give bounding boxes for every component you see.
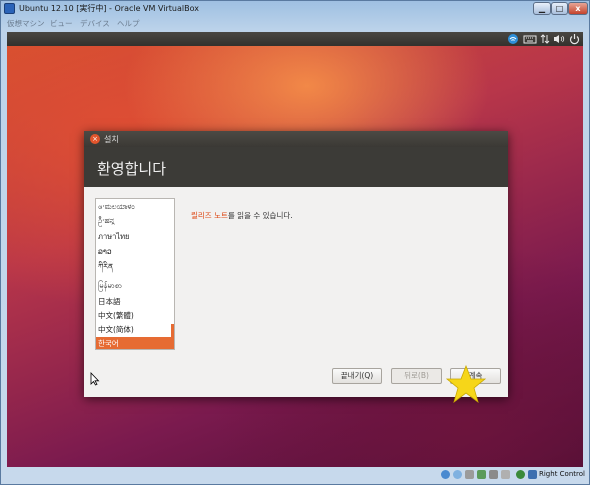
language-item[interactable]: မြန်မာစာ [96,279,174,292]
video-capture-icon[interactable] [501,470,510,479]
language-item[interactable]: ລາວ [96,245,174,258]
release-notes-suffix: 를 읽을 수 있습니다. [227,211,293,220]
language-list-scrollbar[interactable] [171,324,174,337]
mouse-integration-icon[interactable] [516,470,525,479]
language-item[interactable]: 中文(简体) [96,323,174,336]
dialog-title-bar[interactable]: × 설치 [84,131,508,147]
shared-folder-icon[interactable] [477,470,486,479]
language-item-selected[interactable]: 한국어 [96,337,174,349]
mouse-cursor-icon [90,371,100,386]
back-button[interactable]: 뒤로(B) [391,368,442,384]
minimize-button[interactable]: ▁ [533,2,551,15]
menu-view[interactable]: ビュー [50,18,73,29]
star-marker-icon [446,365,486,403]
hard-disk-icon[interactable] [441,470,450,479]
dialog-title: 설치 [104,135,119,144]
dialog-header: 환영합니다 [84,147,508,187]
title-bar[interactable]: Ubuntu 12.10 [実行中] - Oracle VM VirtualBo… [1,1,589,17]
language-item[interactable]: 中文(繁體) [96,309,174,322]
usb-icon[interactable] [465,470,474,479]
menu-machine[interactable]: 仮想マシン [7,18,45,29]
installer-dialog: × 설치 환영합니다 ဖ·ಮಲಯಾಳಂ ဦ·ಹನ್ಗ ภาษาไทย ລາວ ཀ… [84,131,508,397]
guest-screen[interactable]: × 설치 환영합니다 ဖ·ಮಲಯಾಳಂ ဦ·ಹನ್ಗ ภาษาไทย ລາວ ཀ… [7,32,583,467]
virtualbox-window: Ubuntu 12.10 [実行中] - Oracle VM VirtualBo… [0,0,590,485]
language-list[interactable]: ဖ·ಮಲಯಾಳಂ ဦ·ಹನ್ಗ ภาษาไทย ລາວ ཀིརིན မြန်မာ… [95,198,175,350]
close-button[interactable]: x [568,2,588,15]
window-title: Ubuntu 12.10 [実行中] - Oracle VM VirtualBo… [19,4,199,13]
language-item[interactable]: ཀིརིན [96,260,174,273]
welcome-heading: 환영합니다 [97,160,167,178]
menu-bar: 仮想マシン ビュー デバイス ヘルプ [3,17,587,31]
language-item[interactable]: ဦ·ಹನ್ಗ [96,214,174,227]
menu-help[interactable]: ヘルプ [117,18,140,29]
release-notes-text: 릴리즈 노트를 읽을 수 있습니다. [191,210,293,221]
display-icon[interactable] [489,470,498,479]
maximize-button[interactable]: □ [551,2,568,15]
dialog-close-button[interactable]: × [90,134,100,144]
host-key-label: Right Control [539,470,585,478]
release-notes-link[interactable]: 릴리즈 노트 [191,211,228,220]
language-item[interactable]: 日本語 [96,295,174,308]
ubuntu-top-panel [7,32,583,46]
language-item[interactable]: ဖ·ಮಲಯಾಳಂ [96,200,174,213]
language-item[interactable]: ภาษาไทย [96,230,174,243]
optical-drive-icon[interactable] [453,470,462,479]
status-bar: Right Control [3,467,587,484]
virtualbox-app-icon [4,3,15,14]
menu-devices[interactable]: デバイス [80,18,110,29]
host-key-icon[interactable] [528,470,537,479]
quit-button[interactable]: 끝내기(Q) [332,368,382,384]
